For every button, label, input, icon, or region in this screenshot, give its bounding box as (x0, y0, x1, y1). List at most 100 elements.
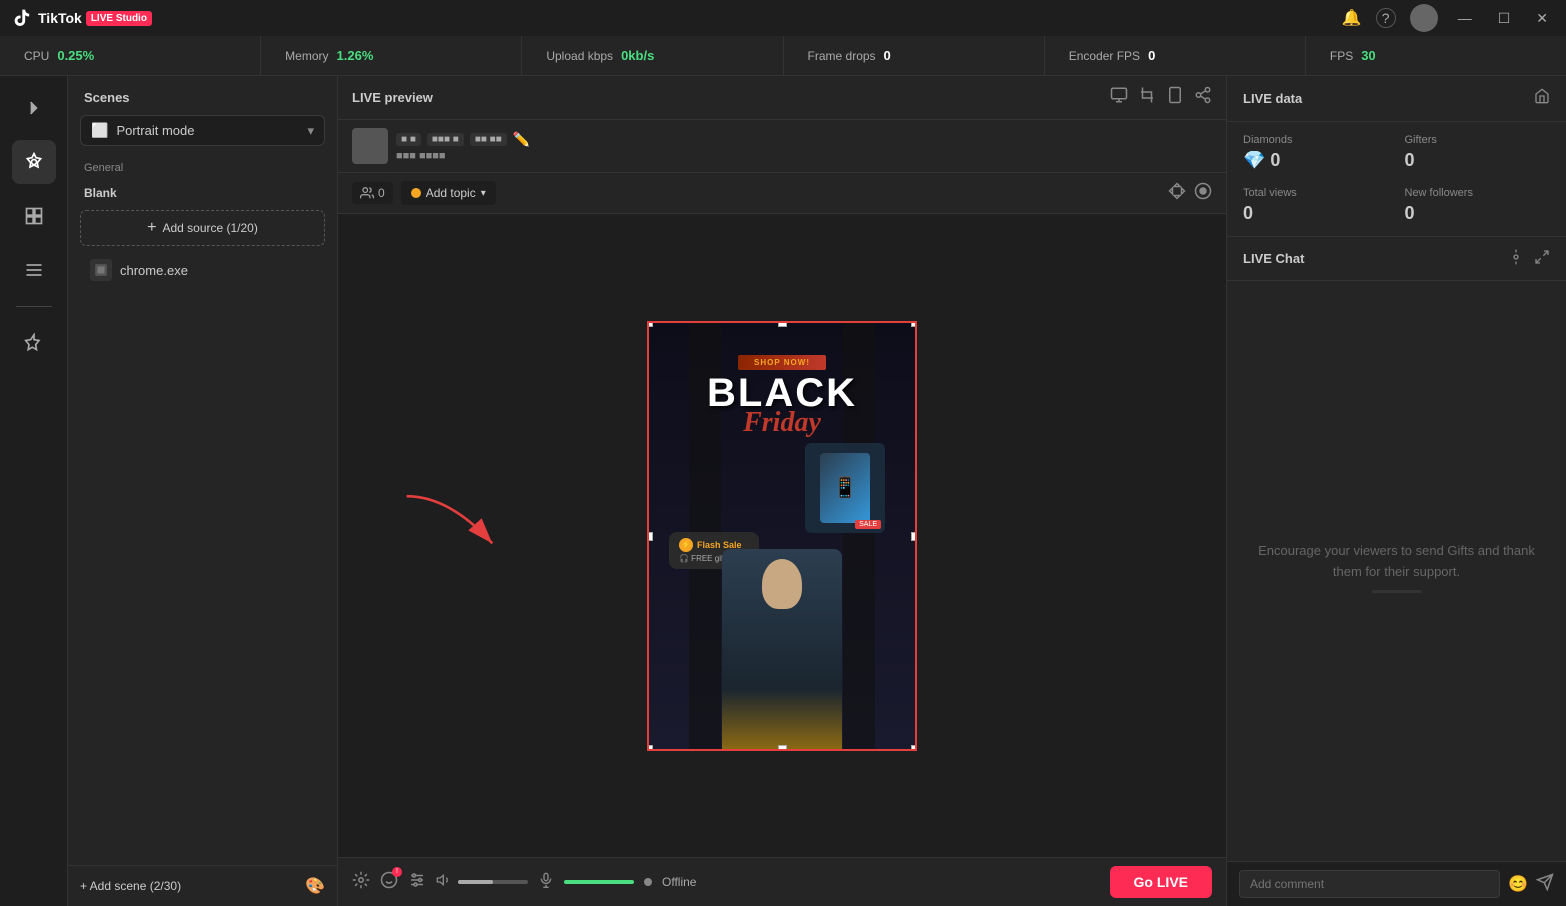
maximize-button[interactable]: ☐ (1492, 8, 1517, 29)
selection-handle-br[interactable] (911, 745, 917, 751)
share-icon[interactable] (1194, 86, 1212, 109)
selection-handle-ml[interactable] (647, 532, 653, 541)
preview-bottom-bar: ! (338, 857, 1226, 906)
chevron-down-icon: ▾ (481, 188, 486, 199)
comment-emoji-button[interactable]: 😊 (1508, 874, 1528, 894)
phone-icon[interactable] (1166, 86, 1184, 109)
sliders-icon[interactable] (408, 871, 426, 894)
selection-handle-mr[interactable] (911, 532, 917, 541)
settings-icon[interactable] (352, 871, 370, 894)
encoder-fps-stat: Encoder FPS 0 (1045, 36, 1306, 75)
icon-sidebar (0, 76, 68, 906)
titlebar: TikTok LIVE Studio 🔔 ? — ☐ ✕ (0, 0, 1566, 36)
sidebar-item-arrow[interactable] (12, 86, 56, 130)
scenes-title: Scenes (84, 90, 130, 105)
go-live-button[interactable]: Go LIVE (1110, 866, 1212, 898)
sidebar-item-effects[interactable] (12, 321, 56, 365)
diamonds-stat: Diamonds 💎 0 (1243, 134, 1389, 171)
record-button[interactable] (1194, 182, 1212, 205)
chrome-icon (90, 259, 112, 281)
add-source-label: Add source (1/20) (162, 221, 257, 235)
fps-value: 30 (1361, 48, 1375, 63)
preview-panel: LIVE preview (338, 76, 1226, 906)
encoder-fps-label: Encoder FPS (1069, 49, 1140, 63)
live-studio-badge: LIVE Studio (86, 11, 152, 26)
status-indicator (644, 878, 652, 886)
preview-header: LIVE preview (338, 76, 1226, 120)
diamonds-label: Diamonds (1243, 134, 1389, 146)
close-button[interactable]: ✕ (1530, 8, 1554, 29)
encoder-fps-value: 0 (1148, 48, 1155, 63)
comment-input[interactable] (1239, 870, 1500, 898)
mic-volume-slider[interactable] (564, 880, 634, 884)
volume-fill (458, 880, 493, 884)
chat-settings-icon[interactable] (1508, 249, 1524, 268)
cpu-stat: CPU 0.25% (0, 36, 261, 75)
add-scene-label: + Add scene (2/30) (80, 879, 181, 893)
gifters-stat: Gifters 0 (1405, 134, 1551, 171)
add-source-button[interactable]: + Add source (1/20) (80, 210, 325, 246)
main-layout: Scenes ⬜ Portrait mode ▾ General Blank +… (0, 76, 1566, 906)
plus-icon: + (147, 219, 156, 237)
edit-icon[interactable]: ✏️ (513, 131, 530, 148)
notification-dot: ! (392, 867, 402, 877)
preview-title: LIVE preview (352, 90, 433, 105)
live-chat-icons (1508, 249, 1550, 268)
live-chat-placeholder: Encourage your viewers to send Gifts and… (1247, 541, 1546, 583)
scene-palette-button[interactable]: 🎨 (305, 876, 325, 896)
frame-drops-stat: Frame drops 0 (784, 36, 1045, 75)
add-topic-label: Add topic (426, 186, 476, 200)
sidebar-item-layers[interactable] (12, 194, 56, 238)
stream-info: ■ ■ ■■■ ■ ■■ ■■ ✏️ ■■■ ■■■■ (396, 131, 530, 162)
stream-description: ■■■ ■■■■ (396, 150, 530, 162)
selection-handle-tc[interactable] (778, 321, 787, 327)
new-followers-stat: New followers 0 (1405, 187, 1551, 224)
volume-control (436, 872, 528, 893)
app-name: TikTok (38, 10, 82, 26)
emoji-icon[interactable]: ! (380, 871, 398, 894)
selection-handle-bl[interactable] (647, 745, 653, 751)
new-followers-value: 0 (1405, 203, 1551, 224)
upload-value: 0kb/s (621, 48, 654, 63)
user-avatar[interactable] (1410, 4, 1438, 32)
selection-handle-tr[interactable] (911, 321, 917, 327)
live-chat-body: Encourage your viewers to send Gifts and… (1227, 281, 1566, 861)
home-icon[interactable] (1534, 88, 1550, 109)
notification-button[interactable]: 🔔 (1342, 8, 1362, 28)
chevron-down-icon: ▾ (307, 123, 314, 139)
selection-handle-tl[interactable] (647, 321, 653, 327)
canvas-content: SHOP NOW! BLACK Friday 📱 SALE (649, 323, 915, 749)
sidebar-item-list[interactable] (12, 248, 56, 292)
volume-slider[interactable] (458, 880, 528, 884)
upload-label: Upload kbps (546, 49, 613, 63)
source-item-chrome[interactable]: chrome.exe (76, 252, 329, 288)
microphone-icon[interactable] (538, 872, 554, 893)
comment-send-button[interactable] (1536, 873, 1554, 896)
titlebar-controls: 🔔 ? — ☐ ✕ (1342, 4, 1554, 32)
volume-icon[interactable] (436, 872, 452, 893)
cpu-label: CPU (24, 49, 49, 63)
display-icon[interactable] (1110, 86, 1128, 109)
viewers-count: 0 (352, 182, 393, 204)
preview-canvas: SHOP NOW! BLACK Friday 📱 SALE (647, 321, 917, 751)
snap-button[interactable] (1168, 182, 1186, 205)
memory-value: 1.26% (337, 48, 374, 63)
scene-blank-label: Blank (68, 180, 337, 204)
crop-icon[interactable] (1138, 86, 1156, 109)
add-topic-button[interactable]: Add topic ▾ (401, 181, 496, 205)
scenes-bottom: + Add scene (2/30) 🎨 (68, 865, 337, 906)
scene-general-label: General (68, 156, 337, 180)
scene-mode-selector[interactable]: ⬜ Portrait mode ▾ (80, 115, 325, 146)
live-stats-grid: Diamonds 💎 0 Gifters 0 Total views 0 New… (1227, 122, 1566, 237)
mic-volume-control (564, 880, 634, 884)
chat-expand-icon[interactable] (1534, 249, 1550, 268)
live-chat-title: LIVE Chat (1243, 251, 1304, 266)
minimize-button[interactable]: — (1452, 8, 1478, 28)
preview-content: SHOP NOW! BLACK Friday 📱 SALE (338, 214, 1226, 857)
selection-handle-bc[interactable] (778, 745, 787, 751)
add-scene-button[interactable]: + Add scene (2/30) (80, 879, 181, 893)
diamond-icon: 💎 (1243, 150, 1270, 170)
sidebar-item-scenes[interactable] (12, 140, 56, 184)
help-button[interactable]: ? (1376, 8, 1396, 28)
sidebar-divider (16, 306, 52, 307)
